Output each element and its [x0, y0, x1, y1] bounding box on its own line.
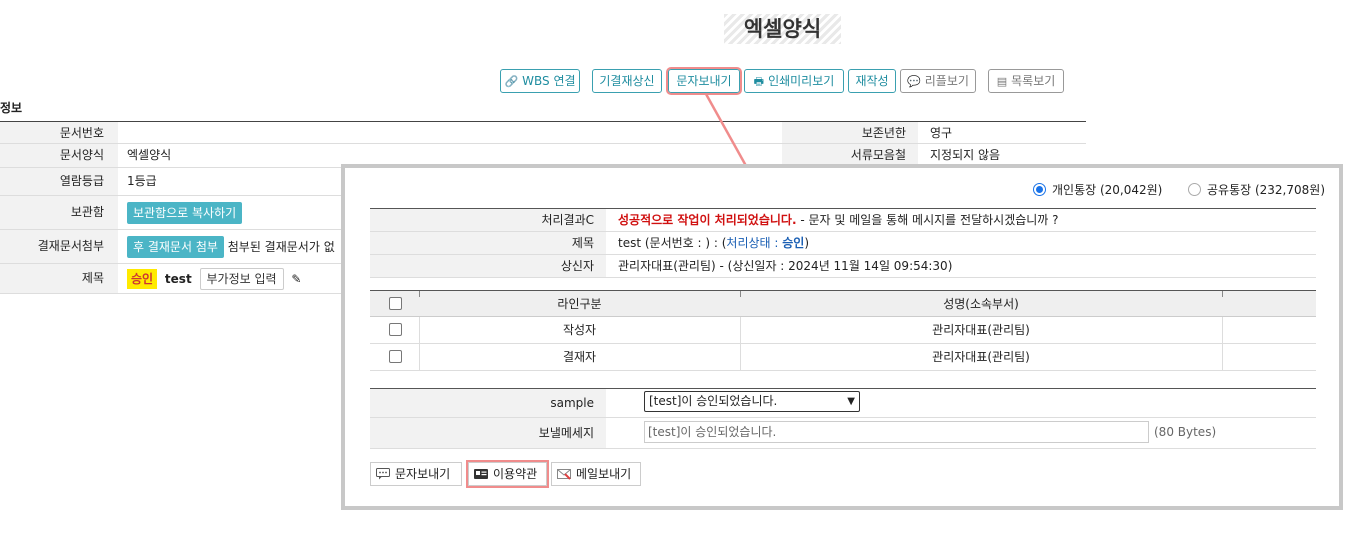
message-row: 보낼메세지 [test]이 승인되었습니다. (80 Bytes) [370, 418, 1316, 449]
approval-line-header: 라인구분 성명(소속부서) [370, 290, 1316, 317]
print-preview-button[interactable]: 🖶 인쇄미리보기 [744, 69, 844, 93]
account-personal-option[interactable]: 개인통장 (20,042원) [1033, 182, 1162, 198]
sample-select[interactable]: [test]이 승인되었습니다. ▼ [644, 391, 860, 412]
message-table: sample [test]이 승인되었습니다. ▼ 보낼메세지 [test]이 승… [370, 388, 1316, 449]
extra-info-button[interactable]: 부가정보 입력 [199, 268, 284, 290]
page-title: 엑셀양식 [724, 14, 841, 44]
chat-icon [376, 468, 390, 480]
result-table: 처리결과C 성공적으로 작업이 처리되었습니다. - 문자 및 메일을 통해 메… [370, 208, 1316, 278]
result-row: 처리결과C 성공적으로 작업이 처리되었습니다. - 문자 및 메일을 통해 메… [370, 209, 1316, 232]
table-row: 작성자 관리자대표(관리팀) [370, 317, 1316, 344]
reply-view-button[interactable]: 💬 리플보기 [900, 69, 976, 93]
list-icon: ▤ [996, 75, 1008, 88]
id-card-icon [474, 469, 488, 479]
link-icon: 🔗 [504, 75, 519, 88]
radio-checked-icon[interactable] [1033, 183, 1046, 196]
send-sms-popup-button[interactable]: 문자보내기 [370, 462, 462, 486]
chevron-down-icon: ▼ [847, 396, 855, 407]
wbs-link-button[interactable]: 🔗 WBS 연결 [500, 69, 580, 93]
copy-to-archive-button[interactable]: 보관함으로 복사하기 [127, 202, 243, 224]
row-checkbox[interactable] [389, 323, 402, 336]
send-mail-button[interactable]: 메일보내기 [551, 462, 641, 486]
sample-row: sample [test]이 승인되었습니다. ▼ [370, 389, 1316, 418]
edit-icon[interactable]: ✎ [291, 272, 301, 286]
printer-icon: 🖶 [753, 75, 765, 88]
row-checkbox[interactable] [389, 350, 402, 363]
reapproval-button[interactable]: 기결재상신 [592, 69, 662, 93]
rewrite-button[interactable]: 재작성 [848, 69, 896, 93]
attach-document-button[interactable]: 후 결재문서 첨부 [127, 236, 224, 258]
send-sms-button[interactable]: 문자보내기 [666, 67, 742, 95]
mail-icon [557, 469, 571, 480]
sms-popup: 개인통장 (20,042원) 공유통장 (232,708원) 처리결과C 성공적… [341, 164, 1343, 510]
list-view-button[interactable]: ▤ 목록보기 [988, 69, 1064, 93]
radio-unchecked-icon[interactable] [1188, 183, 1201, 196]
comment-icon: 💬 [907, 75, 921, 88]
section-label: 정보 [0, 101, 23, 115]
document-info-table: 문서번호 보존년한 영구 문서양식 엑셀양식 서류모음철 지정되지 않음 열람등… [0, 121, 1086, 294]
requester-row: 상신자 관리자대표(관리팀) - (상신일자 : 2024년 11월 14일 0… [370, 255, 1316, 278]
select-all-checkbox[interactable] [389, 297, 402, 310]
terms-button[interactable]: 이용약관 [466, 460, 549, 488]
info-row-doc-number: 문서번호 보존년한 영구 [0, 122, 1086, 144]
table-row: 결재자 관리자대표(관리팀) [370, 344, 1316, 371]
account-shared-option[interactable]: 공유통장 (232,708원) [1188, 182, 1325, 198]
message-input[interactable]: [test]이 승인되었습니다. [644, 421, 1149, 443]
status-badge: 승인 [127, 269, 158, 289]
byte-count: (80 Bytes) [1154, 425, 1217, 439]
title-row: 제목 test (문서번호 : ) : (처리상태 : 승인) [370, 232, 1316, 255]
